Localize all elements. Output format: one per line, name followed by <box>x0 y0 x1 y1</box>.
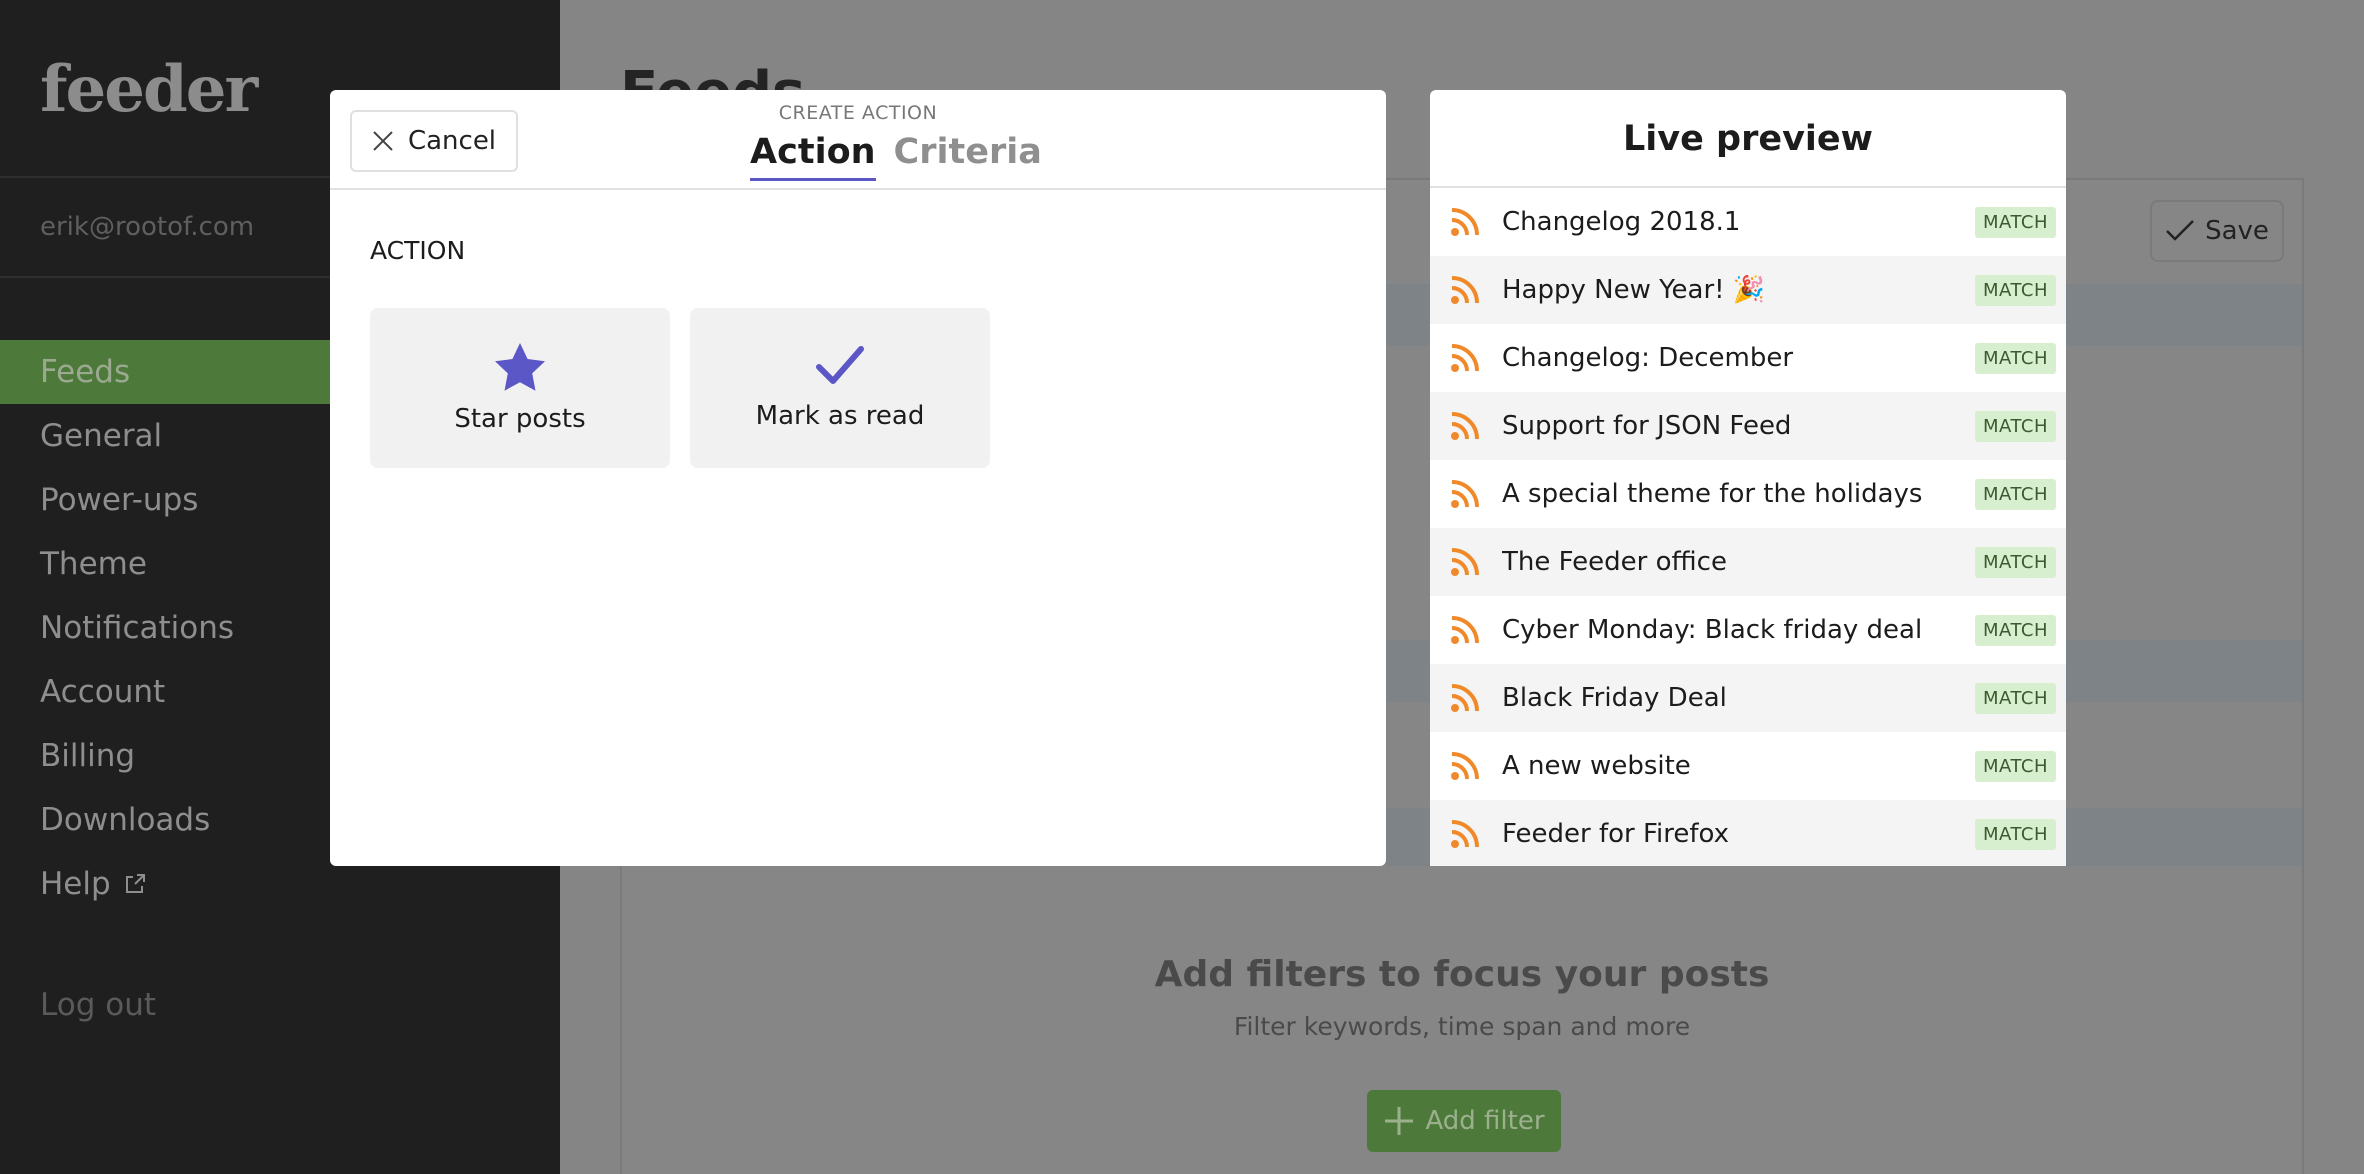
rss-feed-icon <box>1451 684 1479 712</box>
add-filter-button[interactable]: Add filter <box>1367 1090 1561 1152</box>
sidebar-item-label: Help <box>40 866 111 902</box>
plus-icon <box>1385 1107 1414 1135</box>
match-badge: MATCH <box>1975 342 2056 374</box>
preview-row-title: Changelog 2018.1 <box>1502 207 1741 237</box>
preview-row[interactable]: A new website MATCH <box>1430 732 2066 800</box>
rss-feed-icon <box>1451 752 1479 780</box>
rss-feed-icon <box>1451 616 1479 644</box>
rss-feed-icon <box>1451 412 1479 440</box>
star-icon <box>495 343 545 391</box>
external-link-icon <box>125 874 145 893</box>
preview-row-title: Happy New Year! 🎉 <box>1502 275 1766 305</box>
preview-row[interactable]: Black Friday Deal MATCH <box>1430 664 2066 732</box>
live-preview-panel: Live preview Changelog 2018.1 MATCH Happy … <box>1430 90 2066 866</box>
sidebar-item-label: Theme <box>40 546 147 582</box>
create-action-modal: CREATE ACTION Cancel Action Criteria ACT… <box>330 90 1386 866</box>
preview-row[interactable]: Changelog: December MATCH <box>1430 324 2066 392</box>
mark-as-read-button[interactable]: Mark as read <box>690 308 990 468</box>
preview-row-title: A special theme for the holidays <box>1502 479 1923 509</box>
match-badge: MATCH <box>1975 206 2056 238</box>
preview-row[interactable]: The Feeder office MATCH <box>1430 528 2066 596</box>
preview-row[interactable]: Happy New Year! 🎉 MATCH <box>1430 256 2066 324</box>
checkmark-icon <box>2166 220 2194 241</box>
star-posts-button[interactable]: Star posts <box>370 308 670 468</box>
section-label: ACTION <box>370 236 466 265</box>
match-badge: MATCH <box>1975 818 2056 850</box>
match-badge: MATCH <box>1975 478 2056 510</box>
cancel-button-label: Cancel <box>407 126 497 156</box>
save-button-label: Save <box>2205 216 2269 246</box>
logout-link[interactable]: Log out <box>40 987 156 1023</box>
tab-criteria[interactable]: Criteria <box>894 132 1042 181</box>
close-icon <box>373 131 393 151</box>
sidebar-item-label: Account <box>40 674 166 710</box>
rss-feed-icon <box>1451 820 1479 848</box>
rss-feed-icon <box>1451 480 1479 508</box>
sidebar-item-label: Downloads <box>40 802 211 838</box>
rss-feed-icon <box>1451 548 1479 576</box>
preview-row-title: Cyber Monday: Black friday deal <box>1502 615 1923 645</box>
app-logo[interactable]: feeder <box>40 52 258 127</box>
match-badge: MATCH <box>1975 614 2056 646</box>
rss-feed-icon <box>1451 276 1479 304</box>
sidebar-item-label: Billing <box>40 738 136 774</box>
user-email: erik@rootof.com <box>40 212 255 242</box>
match-badge: MATCH <box>1975 546 2056 578</box>
tab-action[interactable]: Action <box>750 132 876 181</box>
preview-row-title: Black Friday Deal <box>1502 683 1727 713</box>
live-preview-title: Live preview <box>1430 90 2066 188</box>
preview-row-title: Support for JSON Feed <box>1502 411 1792 441</box>
preview-row[interactable]: Support for JSON Feed MATCH <box>1430 392 2066 460</box>
sidebar-item-label: General <box>40 418 163 454</box>
add-filter-label: Add filter <box>1425 1106 1545 1136</box>
preview-row[interactable]: Changelog 2018.1 MATCH <box>1430 188 2066 256</box>
sidebar-item-label: Notifications <box>40 610 235 646</box>
match-badge: MATCH <box>1975 750 2056 782</box>
preview-list[interactable]: Changelog 2018.1 MATCH Happy New Year! 🎉 MA… <box>1430 188 2066 866</box>
save-button[interactable]: Save <box>2150 200 2284 262</box>
sidebar-item-label: Power-ups <box>40 482 199 518</box>
match-badge: MATCH <box>1975 274 2056 306</box>
rss-feed-icon <box>1451 208 1479 236</box>
preview-row[interactable]: Cyber Monday: Black friday deal MATCH <box>1430 596 2066 664</box>
preview-row-title: A new website <box>1502 751 1691 781</box>
preview-row-title: Feeder for Firefox <box>1502 819 1730 849</box>
rss-feed-icon <box>1451 344 1479 372</box>
preview-row-title: The Feeder office <box>1502 547 1727 577</box>
modal-tabs: Action Criteria <box>750 132 1042 181</box>
cancel-button[interactable]: Cancel <box>350 110 518 172</box>
empty-state-subtitle: Filter keywords, time span and more <box>1233 1012 1691 1041</box>
preview-row[interactable]: A special theme for the holidays MATCH <box>1430 460 2066 528</box>
checkmark-icon <box>816 346 864 384</box>
sidebar-item-feeds[interactable]: Feeds <box>0 340 330 404</box>
action-label: Mark as read <box>755 401 925 431</box>
match-badge: MATCH <box>1975 682 2056 714</box>
empty-state-title: Add filters to focus your posts <box>1154 954 1770 995</box>
preview-row[interactable]: Feeder for Firefox MATCH <box>1430 800 2066 866</box>
modal-header: CREATE ACTION Cancel Action Criteria <box>330 90 1386 190</box>
preview-row-title: Changelog: December <box>1502 343 1794 373</box>
match-badge: MATCH <box>1975 410 2056 442</box>
action-label: Star posts <box>454 404 586 434</box>
sidebar-item-label: Feeds <box>40 354 131 390</box>
